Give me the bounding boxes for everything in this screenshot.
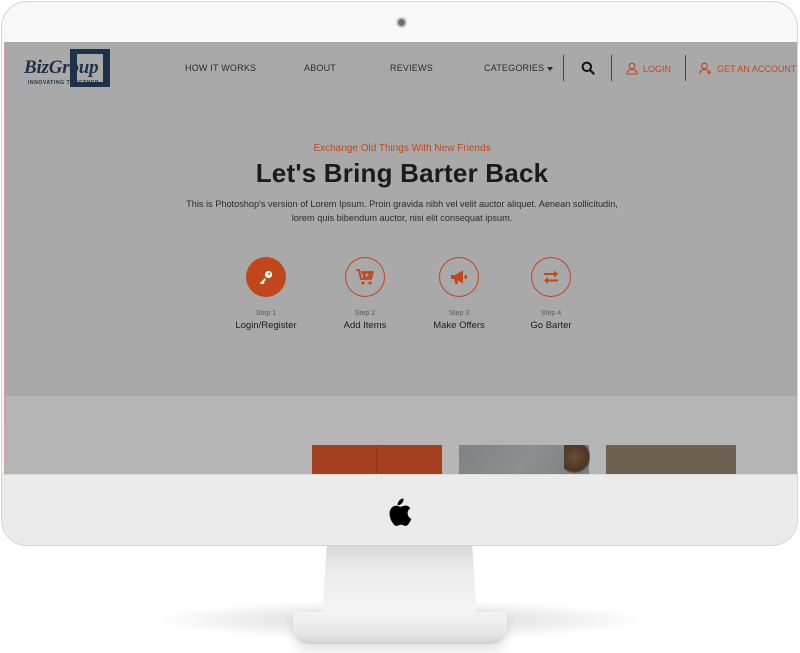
nav-divider	[685, 55, 686, 81]
search-icon[interactable]	[581, 61, 595, 75]
logo-text: BizGroup	[24, 57, 99, 78]
nav-divider	[563, 55, 564, 81]
monitor-bezel: BizGroup INNOVATING TOGETHER HOW IT WORK…	[1, 1, 798, 546]
step-go-barter: Step 4 Go Barter	[501, 257, 601, 331]
step-label: Login/Register	[235, 320, 297, 331]
hero-subtitle: Exchange Old Things With New Friends	[313, 143, 491, 154]
cart-plus-icon	[356, 269, 374, 285]
step-number: Step 2	[354, 310, 376, 317]
website-screen: BizGroup INNOVATING TOGETHER HOW IT WORK…	[4, 42, 797, 480]
step-number: Step 3	[448, 310, 470, 317]
product-image	[564, 445, 590, 475]
step-login-register: Step 1 Login/Register	[216, 257, 316, 331]
step-icon-button[interactable]	[531, 257, 571, 297]
chevron-down-icon	[547, 66, 554, 71]
get-account-link[interactable]: GET AN ACCOUNT	[699, 62, 796, 75]
megaphone-icon	[451, 270, 467, 284]
top-navbar: BizGroup INNOVATING TOGETHER HOW IT WORK…	[4, 42, 797, 94]
step-icon-button[interactable]	[345, 257, 385, 297]
step-label: Make Offers	[433, 320, 485, 331]
user-plus-icon	[699, 62, 712, 75]
site-logo[interactable]: BizGroup INNOVATING TOGETHER	[22, 49, 112, 89]
nav-categories[interactable]: CATEGORIES	[484, 63, 554, 73]
monitor-base	[293, 612, 507, 644]
step-icon-button[interactable]	[439, 257, 479, 297]
camera-icon	[396, 17, 407, 28]
apple-logo-icon	[389, 498, 412, 526]
monitor-stand	[322, 546, 477, 621]
account-label: GET AN ACCOUNT	[717, 63, 797, 74]
user-icon	[626, 62, 638, 75]
step-number: Step 1	[255, 310, 277, 317]
step-make-offers: Step 3 Make Offers	[409, 257, 509, 331]
step-label: Go Barter	[530, 320, 572, 331]
login-link[interactable]: LOGIN	[626, 62, 671, 75]
key-icon	[260, 270, 273, 285]
step-add-items: Step 2 Add Items	[315, 257, 415, 331]
login-label: LOGIN	[643, 63, 672, 74]
nav-categories-label: CATEGORIES	[484, 63, 545, 73]
screen-edge	[4, 42, 5, 480]
nav-reviews[interactable]: REVIEWS	[390, 63, 433, 73]
nav-divider	[611, 55, 612, 81]
logo-tagline: INNOVATING TOGETHER	[28, 80, 100, 86]
step-icon-button[interactable]	[246, 257, 286, 297]
exchange-arrows-icon	[544, 270, 558, 284]
step-label: Add Items	[343, 320, 387, 331]
nav-about[interactable]: ABOUT	[304, 63, 336, 73]
nav-how-it-works[interactable]: HOW IT WORKS	[185, 63, 256, 73]
hero-description: This is Photoshop's version of Lorem Ips…	[186, 199, 618, 223]
hero-title: Let's Bring Barter Back	[255, 158, 549, 188]
step-number: Step 4	[540, 310, 562, 317]
